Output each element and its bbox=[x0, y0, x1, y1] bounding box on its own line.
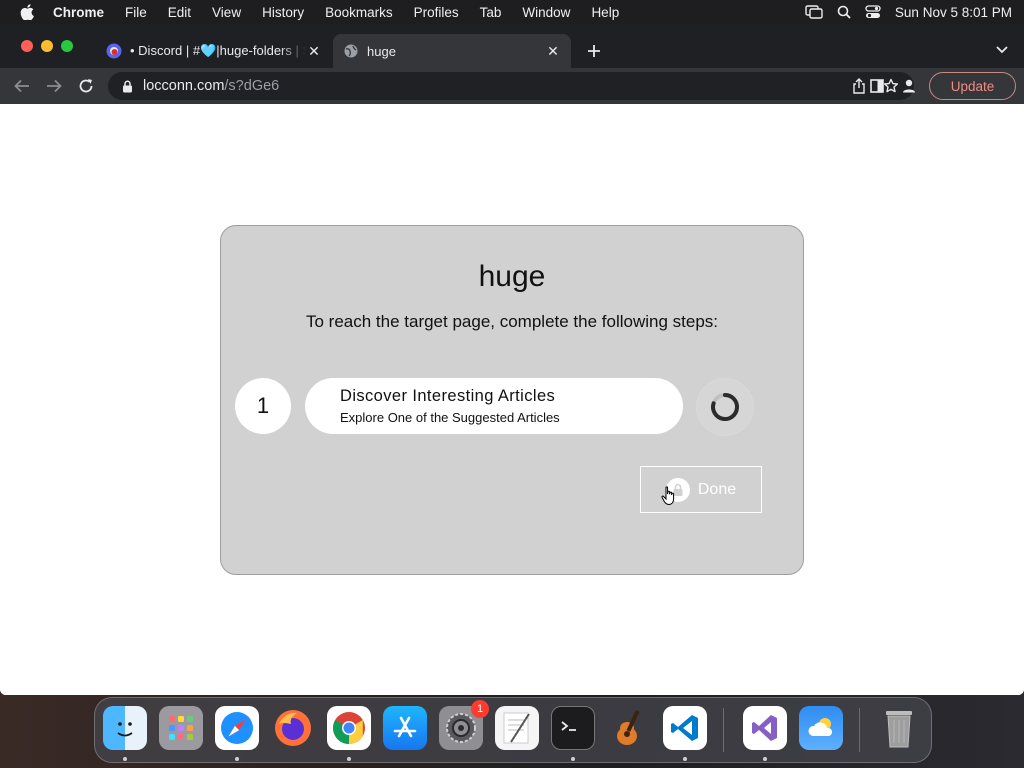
tab-discord[interactable]: • Discord | #🩵|huge-folders | S ✕ bbox=[96, 34, 332, 68]
reload-icon[interactable] bbox=[76, 76, 96, 96]
terminal-icon[interactable] bbox=[551, 706, 595, 750]
screen-mirroring-icon[interactable] bbox=[805, 5, 823, 19]
visual-studio-icon[interactable] bbox=[743, 706, 787, 750]
fullscreen-window-button[interactable] bbox=[61, 40, 73, 52]
chrome-window: • Discord | #🩵|huge-folders | S ✕ huge ✕ bbox=[0, 24, 1024, 695]
tab-search-chevron-icon[interactable] bbox=[994, 42, 1010, 58]
tab-strip: • Discord | #🩵|huge-folders | S ✕ huge ✕ bbox=[0, 24, 1024, 68]
step-description: Explore One of the Suggested Articles bbox=[340, 410, 560, 425]
menu-app-name[interactable]: Chrome bbox=[53, 5, 104, 20]
textedit-icon[interactable] bbox=[495, 706, 539, 750]
hand-cursor-icon bbox=[661, 486, 675, 506]
back-arrow-icon[interactable] bbox=[12, 76, 32, 96]
menu-bookmarks[interactable]: Bookmarks bbox=[325, 5, 393, 20]
web-page: huge To reach the target page, complete … bbox=[0, 104, 1024, 695]
page-subtitle: To reach the target page, complete the f… bbox=[305, 312, 719, 331]
profile-avatar-icon[interactable] bbox=[900, 77, 918, 95]
macos-dock: 1 bbox=[94, 697, 932, 763]
menu-help[interactable]: Help bbox=[591, 5, 619, 20]
control-center-icon[interactable] bbox=[865, 5, 881, 19]
finder-icon[interactable] bbox=[103, 706, 147, 750]
address-bar[interactable]: locconn.com/s?dGe6 bbox=[108, 72, 914, 100]
spotlight-search-icon[interactable] bbox=[837, 5, 851, 19]
chrome-icon[interactable] bbox=[327, 706, 371, 750]
notification-badge: 1 bbox=[471, 700, 489, 718]
step-title: Discover Interesting Articles bbox=[340, 387, 556, 405]
update-button[interactable]: Update bbox=[929, 72, 1016, 100]
running-indicator bbox=[123, 757, 127, 761]
page-title: huge bbox=[478, 260, 546, 293]
tab-close-icon[interactable]: ✕ bbox=[306, 43, 322, 59]
tab-huge[interactable]: huge ✕ bbox=[333, 34, 571, 68]
running-indicator bbox=[763, 757, 767, 761]
steps-card: huge To reach the target page, complete … bbox=[220, 225, 804, 575]
menu-window[interactable]: Window bbox=[522, 5, 570, 20]
browser-toolbar: locconn.com/s?dGe6 Update bbox=[0, 68, 1024, 104]
menu-history[interactable]: History bbox=[262, 5, 304, 20]
menu-edit[interactable]: Edit bbox=[168, 5, 191, 20]
url-host: locconn.com bbox=[143, 78, 225, 94]
dock-separator bbox=[859, 708, 860, 752]
garageband-icon[interactable] bbox=[607, 706, 651, 750]
menu-tab[interactable]: Tab bbox=[480, 5, 502, 20]
launchpad-icon[interactable] bbox=[159, 706, 203, 750]
minimize-window-button[interactable] bbox=[41, 40, 53, 52]
step-status-spinner bbox=[696, 378, 754, 436]
apple-menu-icon[interactable] bbox=[18, 3, 36, 21]
close-window-button[interactable] bbox=[21, 40, 33, 52]
weather-icon[interactable] bbox=[799, 706, 843, 750]
step-task-button[interactable]: Discover Interesting Articles Explore On… bbox=[305, 378, 683, 434]
menu-file[interactable]: File bbox=[125, 5, 147, 20]
discord-icon bbox=[106, 43, 122, 59]
app-store-icon[interactable] bbox=[383, 706, 427, 750]
globe-icon bbox=[343, 43, 359, 59]
running-indicator bbox=[571, 757, 575, 761]
macos-menu-bar: Chrome File Edit View History Bookmarks … bbox=[0, 0, 1024, 24]
vscode-icon[interactable] bbox=[663, 706, 707, 750]
tab-title: huge bbox=[367, 43, 396, 59]
system-settings-icon[interactable]: 1 bbox=[439, 700, 489, 750]
loading-spinner-icon bbox=[711, 393, 739, 421]
new-tab-icon[interactable] bbox=[584, 41, 604, 61]
share-icon[interactable] bbox=[850, 77, 868, 95]
menu-view[interactable]: View bbox=[212, 5, 241, 20]
trash-icon[interactable] bbox=[877, 706, 921, 750]
dock-separator bbox=[723, 708, 724, 752]
step-number: 1 bbox=[235, 378, 291, 434]
tab-title: • Discord | #🩵|huge-folders | S bbox=[130, 43, 306, 58]
running-indicator bbox=[683, 757, 687, 761]
menu-bar-clock[interactable]: Sun Nov 5 8:01 PM bbox=[895, 5, 1012, 20]
done-button[interactable]: Done bbox=[640, 466, 762, 513]
lock-icon[interactable] bbox=[120, 79, 134, 93]
url-path: /s?dGe6 bbox=[224, 78, 280, 94]
done-label: Done bbox=[697, 480, 737, 498]
running-indicator bbox=[235, 757, 239, 761]
safari-icon[interactable] bbox=[215, 706, 259, 750]
tab-close-icon[interactable]: ✕ bbox=[545, 43, 561, 59]
running-indicator bbox=[347, 757, 351, 761]
menu-profiles[interactable]: Profiles bbox=[414, 5, 459, 20]
side-panel-icon[interactable] bbox=[868, 77, 886, 95]
firefox-icon[interactable] bbox=[271, 706, 315, 750]
url-text[interactable]: locconn.com/s?dGe6 bbox=[143, 78, 850, 94]
forward-arrow-icon[interactable] bbox=[44, 76, 64, 96]
